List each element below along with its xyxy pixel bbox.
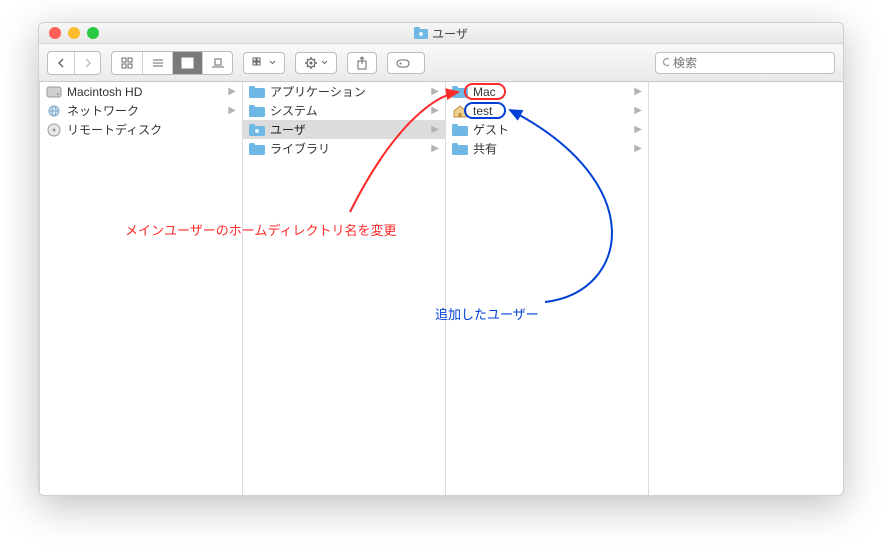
list-icon bbox=[152, 57, 164, 69]
arrange-button[interactable] bbox=[243, 52, 285, 74]
column-row[interactable]: システム▶ bbox=[243, 101, 445, 120]
column-row[interactable]: リモートディスク bbox=[40, 120, 242, 139]
chevron-right-icon: ▶ bbox=[431, 105, 439, 116]
arrange-icon bbox=[252, 57, 266, 69]
row-label: ライブラリ bbox=[270, 140, 431, 157]
action-button[interactable] bbox=[295, 52, 337, 74]
back-button[interactable] bbox=[48, 52, 74, 74]
search-input[interactable] bbox=[673, 56, 828, 70]
coverflow-icon bbox=[211, 57, 225, 69]
column-browser: Macintosh HD▶ネットワーク▶リモートディスク アプリケーション▶シス… bbox=[40, 82, 844, 495]
gear-icon bbox=[304, 56, 318, 70]
chevron-right-icon: ▶ bbox=[431, 86, 439, 97]
folder-icon bbox=[249, 85, 265, 99]
share-icon bbox=[356, 56, 368, 70]
annotation-circle-red bbox=[464, 83, 506, 100]
edit-tags-button[interactable] bbox=[387, 52, 425, 74]
folder-icon bbox=[452, 142, 468, 156]
finder-window: ユーザ bbox=[38, 22, 844, 496]
chevron-right-icon: ▶ bbox=[431, 124, 439, 135]
row-label: アプリケーション bbox=[270, 83, 431, 100]
toolbar bbox=[39, 44, 843, 82]
chevron-left-icon bbox=[57, 58, 65, 68]
row-label: システム bbox=[270, 102, 431, 119]
coverflow-view-button[interactable] bbox=[202, 52, 232, 74]
columns-icon bbox=[181, 57, 195, 69]
titlebar: ユーザ bbox=[39, 23, 843, 44]
row-label: 共有 bbox=[473, 140, 634, 157]
column-row[interactable]: ゲスト▶ bbox=[446, 120, 648, 139]
view-switcher bbox=[111, 51, 233, 75]
column-1: Macintosh HD▶ネットワーク▶リモートディスク bbox=[40, 82, 243, 495]
window-controls bbox=[39, 27, 99, 39]
forward-button[interactable] bbox=[74, 52, 100, 74]
chevron-right-icon bbox=[84, 58, 92, 68]
main-area: よく使う項目 AirDropマイファイルiCloud Driveアプリケーション… bbox=[39, 82, 843, 495]
column-row[interactable]: Macintosh HD▶ bbox=[40, 82, 242, 101]
annotation-text-red: メインユーザーのホームディレクトリ名を変更 bbox=[125, 220, 396, 239]
column-2: アプリケーション▶システム▶ユーザ▶ライブラリ▶ bbox=[243, 82, 446, 495]
column-row[interactable]: ライブラリ▶ bbox=[243, 139, 445, 158]
column-4 bbox=[649, 82, 844, 495]
column-row[interactable]: ユーザ▶ bbox=[243, 120, 445, 139]
chevron-right-icon: ▶ bbox=[228, 86, 236, 97]
column-row[interactable]: ネットワーク▶ bbox=[40, 101, 242, 120]
minimize-button[interactable] bbox=[68, 27, 80, 39]
close-button[interactable] bbox=[49, 27, 61, 39]
chevron-right-icon: ▶ bbox=[634, 86, 642, 97]
window-title-text: ユーザ bbox=[432, 25, 468, 42]
remotedisc-icon bbox=[46, 123, 62, 137]
annotation-circle-blue bbox=[464, 102, 506, 119]
usersfolder-icon bbox=[414, 27, 428, 39]
row-label: ゲスト bbox=[473, 121, 634, 138]
annotation-text-blue: 追加したユーザー bbox=[435, 304, 539, 323]
column-3: Mac▶test▶ゲスト▶共有▶ bbox=[446, 82, 649, 495]
column-view-button[interactable] bbox=[172, 52, 202, 74]
row-label: ネットワーク bbox=[67, 102, 228, 119]
search-icon bbox=[662, 57, 669, 69]
grid-icon bbox=[121, 57, 133, 69]
share-button[interactable] bbox=[347, 52, 377, 74]
column-row[interactable]: 共有▶ bbox=[446, 139, 648, 158]
chevron-right-icon: ▶ bbox=[228, 105, 236, 116]
network-icon bbox=[46, 104, 62, 118]
folder-icon bbox=[249, 104, 265, 118]
folder-icon bbox=[249, 142, 265, 156]
chevron-right-icon: ▶ bbox=[634, 124, 642, 135]
row-label: ユーザ bbox=[270, 121, 431, 138]
search-field[interactable] bbox=[655, 52, 835, 74]
window-title: ユーザ bbox=[39, 25, 843, 42]
chevron-right-icon: ▶ bbox=[634, 143, 642, 154]
chevron-right-icon: ▶ bbox=[431, 143, 439, 154]
folder-icon bbox=[452, 123, 468, 137]
zoom-button[interactable] bbox=[87, 27, 99, 39]
column-row[interactable]: アプリケーション▶ bbox=[243, 82, 445, 101]
icon-view-button[interactable] bbox=[112, 52, 142, 74]
hdd-icon bbox=[46, 85, 62, 99]
list-view-button[interactable] bbox=[142, 52, 172, 74]
row-label: リモートディスク bbox=[67, 121, 236, 138]
chevron-down-icon bbox=[321, 60, 328, 65]
chevron-right-icon: ▶ bbox=[634, 105, 642, 116]
chevron-down-icon bbox=[269, 60, 276, 65]
usersfolder-icon bbox=[249, 123, 265, 137]
row-label: Macintosh HD bbox=[67, 85, 228, 99]
tag-icon bbox=[396, 57, 416, 69]
nav-buttons bbox=[47, 51, 101, 75]
